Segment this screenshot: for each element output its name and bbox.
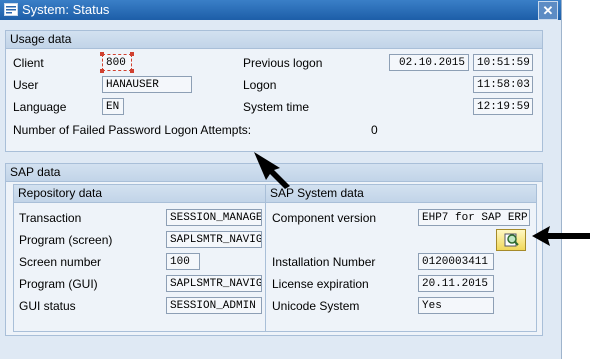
program-screen-label: Program (screen) <box>19 233 113 247</box>
highlight-marker <box>130 52 134 56</box>
highlight-marker <box>130 69 134 73</box>
sap-system-data-header: SAP System data <box>266 185 536 203</box>
installation-number-field[interactable]: 0120003411 <box>418 253 494 270</box>
client-field[interactable]: 800 <box>102 54 132 71</box>
language-label: Language <box>13 100 67 114</box>
unicode-system-field[interactable]: Yes <box>418 297 494 314</box>
system-time-label: System time <box>243 100 310 114</box>
arrow-annotation-icon <box>532 226 590 246</box>
close-button[interactable]: ✕ <box>538 1 558 20</box>
sap-system-data-group: SAP System data Component version EHP7 f… <box>265 184 537 332</box>
transaction-label: Transaction <box>19 211 82 225</box>
close-icon: ✕ <box>542 3 554 18</box>
gui-status-label: GUI status <box>19 299 76 313</box>
component-version-field[interactable]: EHP7 for SAP ERP 6.0 <box>418 209 530 226</box>
failed-attempts-value: 0 <box>371 123 378 137</box>
component-version-label: Component version <box>272 211 377 225</box>
system-time-field[interactable]: 12:19:59 <box>473 98 533 115</box>
usage-data-header: Usage data <box>6 31 542 49</box>
repository-data-header: Repository data <box>14 185 266 203</box>
previous-logon-date-field[interactable]: 02.10.2015 <box>389 54 469 71</box>
background-area <box>562 0 600 359</box>
user-label: User <box>13 78 39 92</box>
arrow-annotation-icon <box>254 152 290 189</box>
repository-data-group: Repository data Transaction SESSION_MANA… <box>13 184 267 332</box>
license-expiration-label: License expiration <box>272 277 369 291</box>
program-gui-label: Program (GUI) <box>19 277 98 291</box>
usage-data-group: Usage data Client 800 User HANAUSER Lang… <box>5 30 543 152</box>
previous-logon-time-field[interactable]: 10:51:59 <box>473 54 533 71</box>
transaction-field[interactable]: SESSION_MANAGER <box>166 209 262 226</box>
logon-time-field[interactable]: 11:58:03 <box>473 76 533 93</box>
previous-logon-label: Previous logon <box>243 56 323 70</box>
component-details-button[interactable] <box>496 229 526 251</box>
installation-number-label: Installation Number <box>272 255 376 269</box>
component-details-icon <box>504 233 519 247</box>
license-expiration-field[interactable]: 20.11.2015 <box>418 275 494 292</box>
logon-label: Logon <box>243 78 277 92</box>
user-field[interactable]: HANAUSER <box>102 76 192 93</box>
window-icon <box>4 3 18 16</box>
screen-number-label: Screen number <box>19 255 102 269</box>
title-bar: System: Status ✕ <box>0 0 561 20</box>
program-screen-field[interactable]: SAPLSMTR_NAVIGATION <box>166 231 262 248</box>
program-gui-field[interactable]: SAPLSMTR_NAVIGATION <box>166 275 262 292</box>
screen-number-field[interactable]: 100 <box>166 253 200 270</box>
failed-attempts-label: Number of Failed Password Logon Attempts… <box>13 123 252 137</box>
highlight-marker <box>100 69 104 73</box>
highlight-marker <box>100 52 104 56</box>
language-field[interactable]: EN <box>102 98 124 115</box>
window-title: System: Status <box>22 2 110 17</box>
unicode-system-label: Unicode System <box>272 299 360 313</box>
client-label: Client <box>13 56 44 70</box>
gui-status-field[interactable]: SESSION_ADMIN <box>166 297 262 314</box>
